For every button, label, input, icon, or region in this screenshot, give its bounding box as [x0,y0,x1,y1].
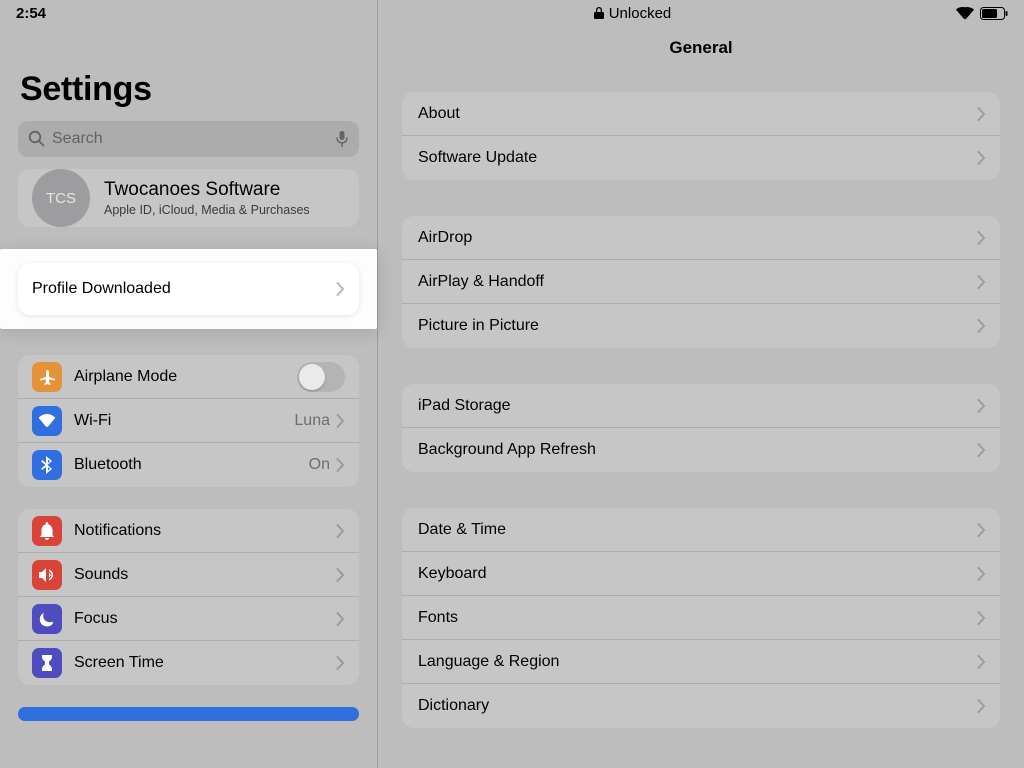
sidebar-item-sounds[interactable]: Sounds [18,553,359,597]
sidebar-group-notifications: Notifications Sounds Focus Screen Time [18,509,359,685]
settings-row-keyboard[interactable]: Keyboard [402,552,1000,596]
sidebar-item-profile-downloaded[interactable]: Profile Downloaded [18,263,359,315]
row-label: iPad Storage [418,397,977,415]
sidebar-group-connectivity: Airplane ModeWi-FiLunaBluetoothOn [18,355,359,487]
row-label: Software Update [418,149,977,167]
sidebar-item-bluetooth[interactable]: BluetoothOn [18,443,359,487]
settings-row-about[interactable]: About [402,92,1000,136]
profile-downloaded-label: Profile Downloaded [32,280,336,298]
chevron-right-icon [977,655,986,669]
airplane-icon [32,362,62,392]
chevron-right-icon [977,107,986,121]
sidebar-item-airplane-mode[interactable]: Airplane Mode [18,355,359,399]
settings-row-software-update[interactable]: Software Update [402,136,1000,180]
row-label: Sounds [74,566,336,584]
speaker-icon [32,560,62,590]
row-label: Focus [74,610,336,628]
settings-section: iPad Storage Background App Refresh [402,384,1000,472]
account-subtitle: Apple ID, iCloud, Media & Purchases [104,203,310,217]
row-label: About [418,105,977,123]
account-name: Twocanoes Software [104,179,310,201]
row-label: Airplane Mode [74,368,297,386]
hourglass-icon [32,648,62,678]
chevron-right-icon [977,523,986,537]
profile-downloaded-highlight: Profile Downloaded [0,249,377,329]
mic-icon[interactable] [335,130,349,148]
chevron-right-icon [977,567,986,581]
row-label: Background App Refresh [418,441,977,459]
sidebar-item-focus[interactable]: Focus [18,597,359,641]
chevron-right-icon [977,231,986,245]
settings-row-background-app-refresh[interactable]: Background App Refresh [402,428,1000,472]
sidebar: Settings TCS Twocanoes Software Apple ID… [0,0,378,768]
row-value: On [309,456,330,474]
row-label: Picture in Picture [418,317,977,335]
main-title: General [378,26,1024,92]
page-title: Settings [0,26,377,117]
row-value: Luna [294,412,330,430]
search-icon [28,130,45,147]
chevron-right-icon [977,319,986,333]
chevron-right-icon [336,568,345,582]
chevron-right-icon [336,612,345,626]
sidebar-item-notifications[interactable]: Notifications [18,509,359,553]
row-label: Wi-Fi [74,412,294,430]
chevron-right-icon [336,656,345,670]
row-label: Screen Time [74,654,336,672]
chevron-right-icon [336,524,345,538]
row-label: Language & Region [418,653,977,671]
search-input[interactable] [18,121,359,157]
settings-row-fonts[interactable]: Fonts [402,596,1000,640]
row-label: Bluetooth [74,456,309,474]
settings-section: AirDrop AirPlay & Handoff Picture in Pictu… [402,216,1000,348]
row-label: Notifications [74,522,336,540]
wifi-icon [32,406,62,436]
settings-row-date-time[interactable]: Date & Time [402,508,1000,552]
toggle-switch[interactable] [297,362,345,392]
chevron-right-icon [977,275,986,289]
settings-row-language-region[interactable]: Language & Region [402,640,1000,684]
chevron-right-icon [977,699,986,713]
settings-section: About Software Update [402,92,1000,180]
row-label: AirPlay & Handoff [418,273,977,291]
chevron-right-icon [336,414,345,428]
search-wrap [18,121,359,157]
sidebar-item-screen-time[interactable]: Screen Time [18,641,359,685]
settings-row-dictionary[interactable]: Dictionary [402,684,1000,728]
row-label: AirDrop [418,229,977,247]
chevron-right-icon [977,443,986,457]
row-label: Date & Time [418,521,977,539]
row-label: Dictionary [418,697,977,715]
chevron-right-icon [977,611,986,625]
row-label: Keyboard [418,565,977,583]
sidebar-item-general-selected[interactable] [18,707,359,721]
settings-row-airdrop[interactable]: AirDrop [402,216,1000,260]
chevron-right-icon [336,282,345,296]
settings-row-ipad-storage[interactable]: iPad Storage [402,384,1000,428]
main-panel: General About Software Update AirDrop AirPl… [378,0,1024,768]
sidebar-item-wi-fi[interactable]: Wi-FiLuna [18,399,359,443]
account-card[interactable]: TCS Twocanoes Software Apple ID, iCloud,… [18,169,359,227]
avatar: TCS [32,169,90,227]
settings-row-airplay-handoff[interactable]: AirPlay & Handoff [402,260,1000,304]
row-label: Fonts [418,609,977,627]
moon-icon [32,604,62,634]
settings-row-picture-in-picture[interactable]: Picture in Picture [402,304,1000,348]
chevron-right-icon [977,399,986,413]
chevron-right-icon [977,151,986,165]
chevron-right-icon [336,458,345,472]
settings-section: Date & Time Keyboard Fonts Language & Regio… [402,508,1000,728]
bell-icon [32,516,62,546]
bluetooth-icon [32,450,62,480]
